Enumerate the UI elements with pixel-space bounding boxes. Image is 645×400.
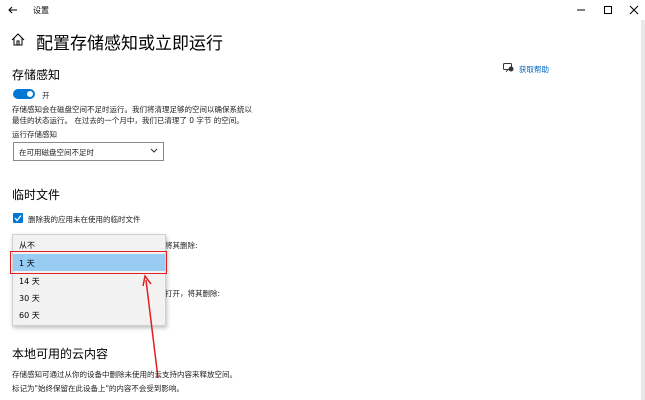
help-label[interactable]: 获取帮助 [519, 64, 549, 75]
page-title: 配置存储感知或立即运行 [36, 34, 223, 54]
run-storage-sense-label: 运行存储感知 [12, 130, 57, 139]
help-chat-icon [503, 63, 514, 73]
chevron-down-icon [150, 148, 158, 153]
toggle-knob [27, 91, 33, 97]
checkmark-icon [14, 215, 22, 222]
minimize-icon[interactable] [576, 5, 586, 15]
partial-text-1: 将其删除: [165, 241, 198, 250]
run-select-value: 在可用磁盘空间不足时 [19, 148, 94, 157]
partial-text-2: 打开，将其删除: [165, 289, 221, 298]
close-icon[interactable] [629, 5, 639, 15]
storage-sense-desc-2: 最佳的状态运行。 在过去的一个月中，我们已清理了 0 字节 的空间。 [12, 116, 244, 125]
scrollbar[interactable] [641, 20, 645, 400]
storage-sense-desc-1: 存储感知会在磁盘空间不足时运行。我们将清理足够的空间以确保系统以 [12, 105, 252, 114]
temp-files-heading: 临时文件 [12, 188, 61, 202]
run-storage-sense-select[interactable]: 在可用磁盘空间不足时 [13, 142, 164, 161]
back-arrow-icon[interactable] [8, 5, 18, 15]
delete-temp-label[interactable]: 删除我的应用未在使用的临时文件 [28, 214, 141, 225]
window-title: 设置 [33, 6, 49, 15]
cloud-desc-1: 存储感知可通过从你的设备中删除未使用的云支持内容来释放空间。 [12, 370, 237, 379]
annotation-arrow-icon [142, 274, 159, 379]
cloud-desc-2: 标记为"始终保留在此设备上"的内容不会受到影响。 [12, 384, 184, 393]
home-icon[interactable] [11, 33, 25, 46]
storage-sense-heading: 存储感知 [12, 68, 61, 82]
storage-sense-toggle[interactable] [13, 89, 35, 99]
maximize-icon[interactable] [603, 5, 613, 15]
title-bar: 设置 [0, 0, 645, 20]
toggle-state-label: 开 [42, 91, 50, 100]
delete-temp-checkbox[interactable] [13, 213, 23, 223]
cloud-content-heading: 本地可用的云内容 [12, 347, 109, 361]
